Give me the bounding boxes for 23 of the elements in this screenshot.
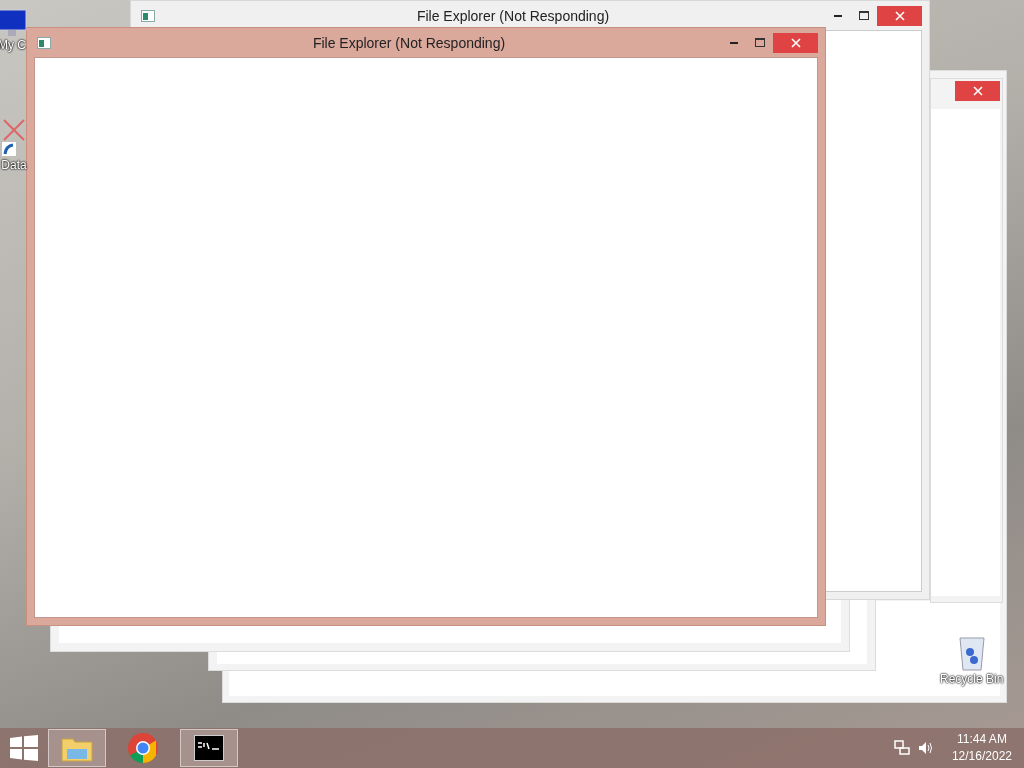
- window-title: File Explorer (Not Responding): [311, 34, 507, 51]
- minimize-icon: [834, 14, 842, 17]
- maximize-icon: [859, 11, 869, 20]
- network-icon: [893, 740, 910, 756]
- browser-icon: [127, 732, 159, 764]
- terminal-icon: [194, 735, 224, 761]
- clock-date[interactable]: 12/16/2022: [951, 748, 1012, 765]
- close-icon: [790, 37, 801, 48]
- taskbar-app-button[interactable]: [180, 729, 238, 767]
- desktop-icon-label[interactable]: Recycle Bin: [940, 672, 1004, 686]
- close-icon: [894, 10, 905, 21]
- windows-logo-icon: [10, 735, 38, 761]
- maximize-icon: [755, 38, 765, 47]
- close-icon: [972, 86, 983, 96]
- close-button[interactable]: [877, 5, 922, 26]
- clock-time[interactable]: 11:44 AM: [957, 731, 1007, 748]
- window-title: File Explorer (Not Responding): [415, 7, 611, 24]
- minimize-icon: [730, 41, 738, 44]
- monitor-icon: [0, 8, 28, 38]
- window-icon: [37, 36, 51, 49]
- speaker-icon: [917, 740, 934, 756]
- close-button[interactable]: [955, 81, 1000, 101]
- window-icon: [141, 9, 155, 22]
